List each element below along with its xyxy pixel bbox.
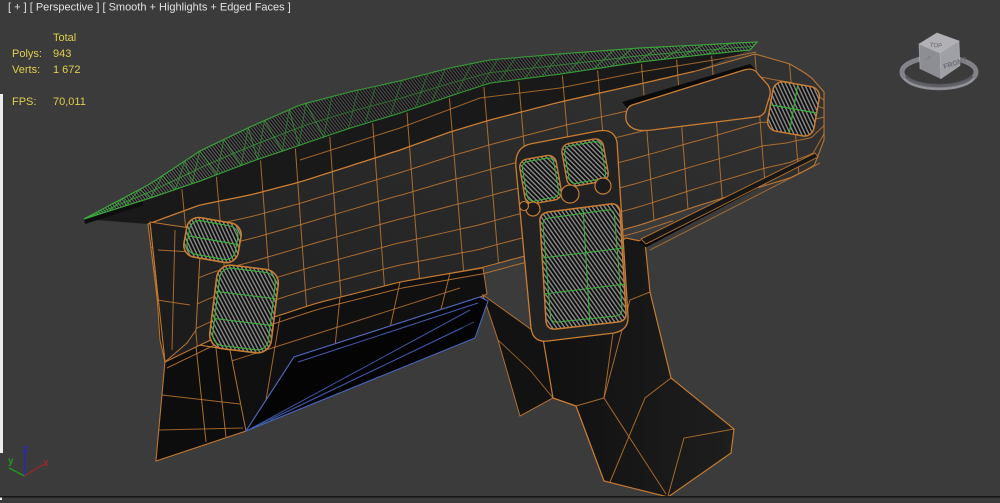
svg-text:[ + ] [ Perspective ] [ Smooth: [ + ] [ Perspective ] [ Smooth + Highlig…: [8, 2, 291, 14]
svg-text:y: y: [8, 456, 14, 467]
svg-text:TOP: TOP: [929, 43, 942, 50]
svg-text:1 672: 1 672: [53, 64, 81, 76]
svg-text:943: 943: [53, 48, 71, 60]
svg-text:Total: Total: [53, 32, 76, 44]
svg-text:Verts:: Verts:: [12, 64, 40, 76]
svg-text:..P: ..P: [923, 55, 931, 62]
svg-text:z: z: [23, 444, 28, 455]
svg-text:FPS:: FPS:: [12, 96, 36, 108]
svg-text:Polys:: Polys:: [12, 48, 42, 60]
svg-text:70,011: 70,011: [53, 96, 86, 108]
svg-text:x: x: [43, 458, 49, 469]
